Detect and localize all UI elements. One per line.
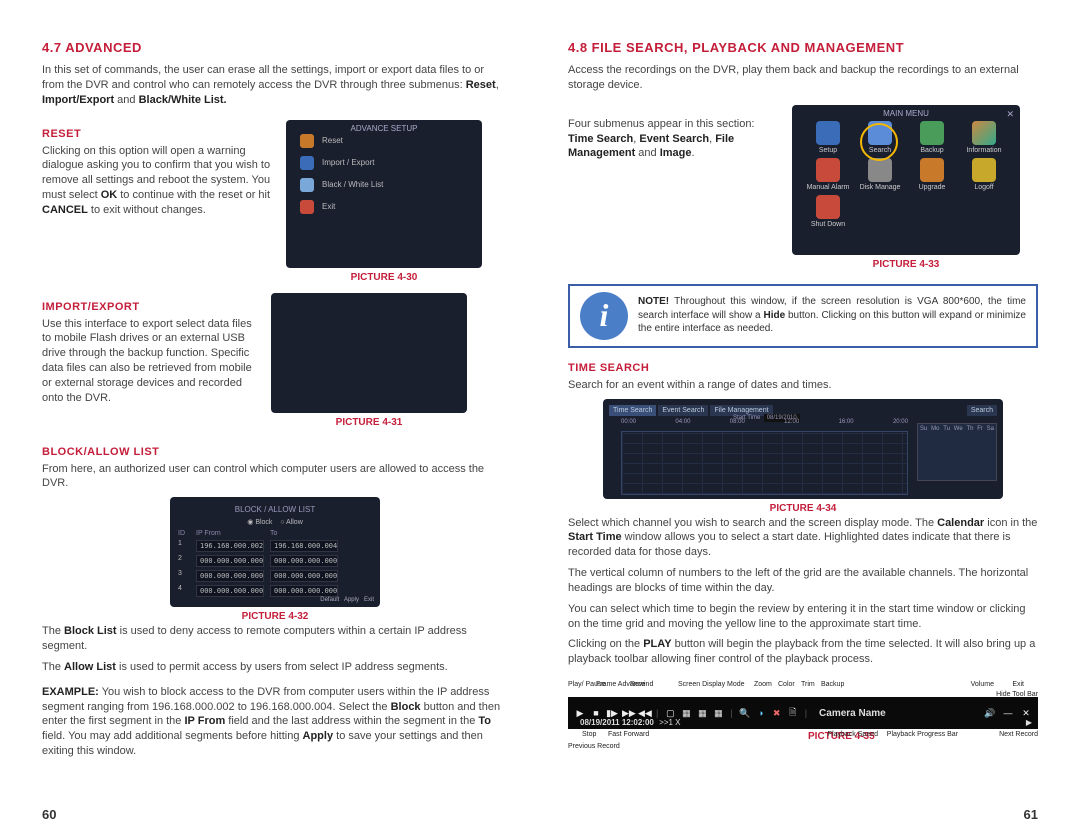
figure-4-34: Time Search Event Search File Management… [603, 399, 1003, 514]
reset-heading: RESET [42, 128, 272, 140]
note-text: NOTE! Throughout this window, if the scr… [638, 295, 1026, 336]
stop-icon[interactable]: ■ [590, 708, 602, 718]
toolbar-labels-top: Play/ Pause Frame Advance Rewind Screen … [568, 681, 1038, 697]
impexp-heading: IMPORT/EXPORT [42, 301, 257, 313]
timesearch-heading: TIME SEARCH [568, 362, 1038, 374]
main-menu-title: MAIN MENU [792, 109, 1020, 118]
fig31-caption: PICTURE 4-31 [271, 417, 467, 428]
heading-advanced: 4.7 ADVANCED [42, 40, 508, 55]
calendar: SuMoTuWeThFrSa [917, 423, 997, 481]
hide-icon[interactable]: — [1002, 708, 1014, 718]
ff-icon[interactable]: ▶▶ [622, 708, 634, 719]
playback-toolbar: ▶ ■ ▮▶ ▶▶ ◀◀ | ▢ ▦ ▦ ▦ | 🔍 ◑ ✖ 🗎 | Camer… [568, 697, 1038, 729]
fig34-caption: PICTURE 4-34 [603, 503, 1003, 514]
timesearch-text: Search for an event within a range of da… [568, 378, 1038, 393]
camera-name-label: Camera Name [819, 708, 886, 719]
page-left: 4.7 ADVANCED In this set of commands, th… [0, 0, 540, 834]
play-button-text: Clicking on the PLAY button will begin t… [568, 637, 1038, 667]
fig30-title: ADVANCE SETUP [286, 124, 482, 133]
select-time-text: You can select which time to begin the r… [568, 602, 1038, 632]
toolbar-labels-bottom: Stop Fast Forward Previous Record PICTUR… [568, 731, 1038, 755]
figure-4-35: Play/ Pause Frame Advance Rewind Screen … [568, 681, 1038, 755]
example-text: EXAMPLE: You wish to block access to the… [42, 685, 508, 759]
figure-4-30: ADVANCE SETUP Reset Import / Export Blac… [286, 120, 482, 283]
fig32-caption: PICTURE 4-32 [170, 611, 380, 622]
play-icon[interactable]: ▶ [574, 708, 586, 719]
figure-4-31: PICTURE 4-31 [271, 293, 467, 428]
allow-list-text: The Allow List is used to permit access … [42, 660, 508, 675]
next-record-icon[interactable]: ▶ [1026, 718, 1032, 727]
mode-9up-icon[interactable]: ▦ [696, 708, 708, 719]
frame-icon[interactable]: ▮▶ [606, 708, 618, 719]
fs-intro: Access the recordings on the DVR, play t… [568, 63, 1038, 93]
exit-icon[interactable]: ✕ [1020, 708, 1032, 719]
page-number-left: 60 [42, 807, 56, 822]
reset-text: Clicking on this option will open a warn… [42, 144, 272, 218]
block-heading: BLOCK/ALLOW LIST [42, 446, 508, 458]
heading-filesearch: 4.8 FILE SEARCH, PLAYBACK AND MANAGEMENT [568, 40, 1038, 55]
fig30-caption: PICTURE 4-30 [286, 272, 482, 283]
playback-timestamp: 08/19/2011 12:02:00 [580, 718, 654, 727]
mode-16up-icon[interactable]: ▦ [712, 708, 724, 719]
trim-icon[interactable]: ✖ [771, 708, 783, 719]
impexp-text: Use this interface to export select data… [42, 317, 257, 406]
select-channel-text: Select which channel you wish to search … [568, 516, 1038, 561]
info-icon: i [580, 292, 628, 340]
block-text: From here, an authorized user can contro… [42, 462, 508, 492]
advanced-intro: In this set of commands, the user can er… [42, 63, 508, 108]
color-icon[interactable]: ◑ [755, 708, 767, 718]
zoom-icon[interactable]: 🔍 [739, 708, 751, 719]
figure-4-33: MAIN MENU ✕ Setup Search Backup Informat… [792, 105, 1020, 270]
page-number-right: 61 [1024, 807, 1038, 822]
mode-1up-icon[interactable]: ▢ [664, 708, 676, 719]
page-right: 4.8 FILE SEARCH, PLAYBACK AND MANAGEMENT… [540, 0, 1080, 834]
mode-4up-icon[interactable]: ▦ [680, 708, 692, 719]
close-icon: ✕ [1006, 109, 1014, 120]
volume-icon[interactable]: 🔊 [984, 708, 996, 719]
rewind-icon[interactable]: ◀◀ [638, 708, 650, 719]
block-list-text: The Block List is used to deny access to… [42, 624, 508, 654]
note-box: i NOTE! Throughout this window, if the s… [568, 284, 1038, 348]
figure-4-32: BLOCK / ALLOW LIST ◉ Block ○ Allow ID IP… [170, 497, 380, 622]
search-highlight-ring [860, 123, 898, 161]
fig32-title: BLOCK / ALLOW LIST [178, 505, 372, 514]
four-submenus: Four submenus appear in this section: Ti… [568, 117, 778, 162]
fig33-caption: PICTURE 4-33 [792, 259, 1020, 270]
playback-speed: >>1 X [659, 718, 680, 727]
vertical-col-text: The vertical column of numbers to the le… [568, 566, 1038, 596]
